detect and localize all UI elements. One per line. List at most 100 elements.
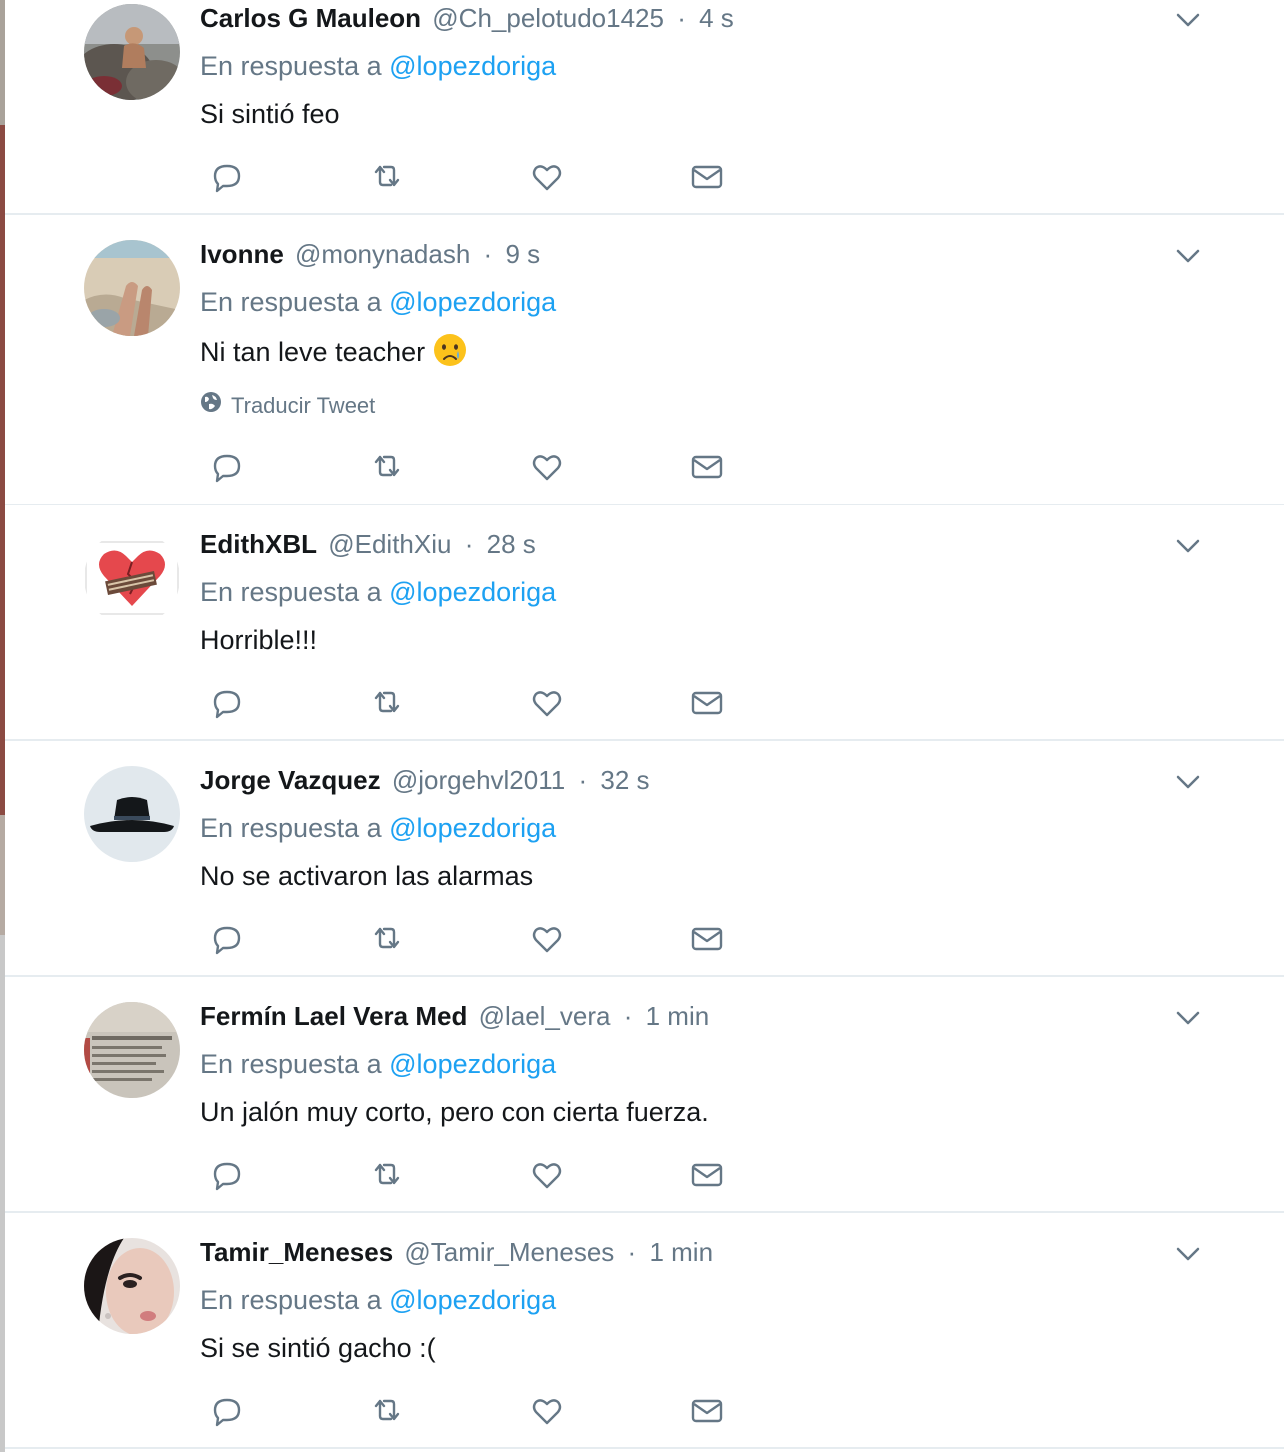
reply-mention-link[interactable]: @lopezdoriga	[389, 1285, 556, 1315]
tweet-timestamp[interactable]: 9 s	[505, 239, 540, 269]
retweet-icon	[367, 1392, 407, 1433]
user-fullname[interactable]: Ivonne	[200, 239, 284, 269]
tweet-timestamp[interactable]: 1 min	[649, 1237, 713, 1267]
user-fullname[interactable]: Fermín Lael Vera Med	[200, 1001, 467, 1031]
chevron-down-icon[interactable]	[1173, 241, 1203, 271]
retweet-button[interactable]	[367, 450, 407, 486]
retweet-button[interactable]	[367, 686, 407, 722]
avatar[interactable]	[84, 1002, 180, 1098]
like-button[interactable]	[527, 1394, 567, 1430]
tweet-timestamp[interactable]: 1 min	[646, 1001, 710, 1031]
reply-prefix: En respuesta a	[200, 813, 382, 843]
reply-mention-link[interactable]: @lopezdoriga	[389, 813, 556, 843]
retweet-button[interactable]	[367, 922, 407, 958]
reply-button[interactable]	[207, 450, 247, 486]
tweet-text: Ni tan leve teacher	[200, 337, 426, 367]
avatar[interactable]	[84, 1238, 180, 1334]
like-button[interactable]	[527, 922, 567, 958]
user-fullname[interactable]: Jorge Vazquez	[200, 765, 381, 795]
like-icon	[527, 1156, 567, 1197]
separator: ·	[623, 1001, 633, 1031]
avatar[interactable]	[84, 530, 180, 626]
tweet-actions	[200, 1158, 740, 1194]
tweet-text: No se activaron las alarmas	[200, 861, 534, 891]
reply-mention-link[interactable]: @lopezdoriga	[389, 51, 556, 81]
reply-mention-link[interactable]: @lopezdoriga	[389, 1049, 556, 1079]
retweet-button[interactable]	[367, 1394, 407, 1430]
separator: ·	[677, 3, 686, 33]
user-handle[interactable]: @Ch_pelotudo1425	[432, 3, 664, 33]
avatar[interactable]	[84, 766, 180, 862]
separator: ·	[464, 529, 474, 559]
tweet-header: Fermín Lael Vera Med @lael_vera · 1 min	[200, 999, 709, 1033]
tweet[interactable]: Tamir_Meneses @Tamir_Meneses · 1 min En …	[5, 1213, 1284, 1449]
tweet-header: Jorge Vazquez @jorgehvl2011 · 32 s	[200, 763, 650, 797]
reply-icon	[207, 1156, 247, 1197]
reply-button[interactable]	[207, 922, 247, 958]
tweet[interactable]: Jorge Vazquez @jorgehvl2011 · 32 s En re…	[5, 741, 1284, 977]
message-icon	[687, 158, 727, 199]
tweet[interactable]: Carlos G Mauleon @Ch_pelotudo1425 · 4 s …	[5, 0, 1284, 215]
like-icon	[527, 920, 567, 961]
retweet-button[interactable]	[367, 1158, 407, 1194]
translate-tweet-label[interactable]: Traducir Tweet	[231, 391, 375, 421]
tweet[interactable]: Fermín Lael Vera Med @lael_vera · 1 min …	[5, 977, 1284, 1213]
avatar[interactable]	[84, 4, 180, 100]
message-button[interactable]	[687, 1394, 727, 1430]
message-icon	[687, 684, 727, 725]
reply-mention-link[interactable]: @lopezdoriga	[389, 287, 556, 317]
reply-mention-link[interactable]: @lopezdoriga	[389, 577, 556, 607]
tweet-timestamp[interactable]: 32 s	[600, 765, 649, 795]
translate-tweet-link[interactable]: Traducir Tweet	[200, 391, 375, 421]
reply-button[interactable]	[207, 160, 247, 196]
tweet-actions	[200, 450, 740, 486]
like-button[interactable]	[527, 160, 567, 196]
tweet[interactable]: Ivonne @monynadash · 9 s En respuesta a …	[5, 215, 1284, 506]
user-fullname[interactable]: EdithXBL	[200, 529, 317, 559]
user-fullname[interactable]: Carlos G Mauleon	[200, 3, 421, 33]
reply-button[interactable]	[207, 686, 247, 722]
like-button[interactable]	[527, 450, 567, 486]
user-handle[interactable]: @lael_vera	[479, 1001, 611, 1031]
tweet-timestamp[interactable]: 28 s	[487, 529, 536, 559]
separator: ·	[483, 239, 493, 269]
reply-icon	[207, 1392, 247, 1433]
retweet-icon	[367, 448, 407, 489]
user-fullname[interactable]: Tamir_Meneses	[200, 1237, 393, 1267]
message-button[interactable]	[687, 1158, 727, 1194]
reply-button[interactable]	[207, 1158, 247, 1194]
message-button[interactable]	[687, 686, 727, 722]
user-handle[interactable]: @jorgehvl2011	[392, 765, 565, 795]
user-handle[interactable]: @EdithXiu	[328, 529, 451, 559]
chevron-down-icon[interactable]	[1173, 531, 1203, 561]
tweet-actions	[200, 922, 740, 958]
tweet-header: Ivonne @monynadash · 9 s	[200, 237, 540, 271]
user-handle[interactable]: @Tamir_Meneses	[404, 1237, 614, 1267]
tweet[interactable]: EdithXBL @EdithXiu · 28 s En respuesta a…	[5, 505, 1284, 741]
chevron-down-icon[interactable]	[1173, 5, 1203, 35]
reply-button[interactable]	[207, 1394, 247, 1430]
user-handle[interactable]: @monynadash	[295, 239, 470, 269]
message-button[interactable]	[687, 160, 727, 196]
reply-context: En respuesta a @lopezdoriga	[200, 575, 556, 609]
tweet-timestamp[interactable]: 4 s	[699, 3, 734, 33]
tweet-text: Horrible!!!	[200, 625, 318, 655]
retweet-icon	[367, 920, 407, 961]
like-button[interactable]	[527, 686, 567, 722]
like-button[interactable]	[527, 1158, 567, 1194]
tweet-header: EdithXBL @EdithXiu · 28 s	[200, 527, 536, 561]
separator: ·	[578, 765, 588, 795]
reply-icon	[207, 684, 247, 725]
message-button[interactable]	[687, 450, 727, 486]
retweet-button[interactable]	[367, 160, 407, 196]
chevron-down-icon[interactable]	[1173, 1239, 1203, 1269]
chevron-down-icon[interactable]	[1173, 1003, 1203, 1033]
like-icon	[527, 158, 567, 199]
avatar[interactable]	[84, 240, 180, 336]
retweet-icon	[367, 158, 407, 199]
tweet-text: Un jalón muy corto, pero con cierta fuer…	[200, 1097, 709, 1127]
message-icon	[687, 920, 727, 961]
chevron-down-icon[interactable]	[1173, 767, 1203, 797]
message-button[interactable]	[687, 922, 727, 958]
timeline-page: Carlos G Mauleon @Ch_pelotudo1425 · 4 s …	[0, 0, 1284, 1452]
